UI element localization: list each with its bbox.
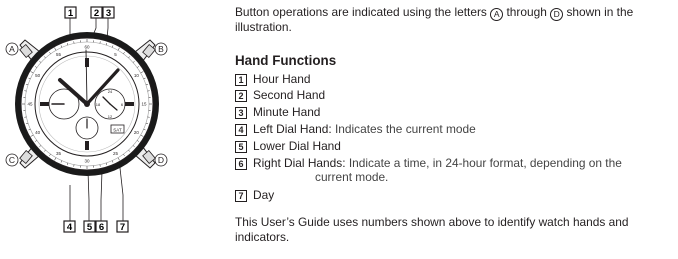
bezel-number: 45 [27, 102, 33, 107]
item-number: 2 [235, 90, 247, 102]
item-number: 5 [235, 141, 247, 153]
list-item: 3 Minute Hand [235, 106, 320, 119]
button-letter-a: A [9, 44, 15, 54]
top-callouts: 1 2 3 [64, 6, 115, 19]
item-description-continued: current mode. [315, 170, 389, 184]
bezel-number: 30 [84, 159, 90, 164]
item-label: Left Dial Hand: [253, 122, 332, 136]
item-label: Hour Hand [253, 72, 311, 86]
list-item: 2 Second Hand [235, 89, 325, 102]
item-label: Day [253, 188, 275, 202]
button-letter-b: B [158, 44, 164, 54]
bezel-number: 15 [141, 102, 147, 107]
footer-line-2: indicators. [235, 230, 290, 244]
bezel-number: 50 [35, 73, 41, 78]
callout-2: 2 [94, 8, 99, 19]
section-title: Hand Functions [235, 53, 337, 68]
list-item: 6 Right Dial Hands: Indicate a time, in 2… [235, 157, 622, 170]
list-item: 4 Left Dial Hand: Indicates the current m… [235, 123, 476, 136]
watch-illustration: 1 2 3 60 5 10 15 20 25 30 35 40 45 50 55 24 6 12 18… [5, 6, 168, 233]
day-window: SAT [113, 128, 122, 133]
callout-7: 7 [120, 222, 125, 233]
item-description: Indicate a time, in 24-hour format, depe… [348, 156, 622, 170]
intro-line-2: illustration. [235, 20, 292, 34]
item-description: Indicates the current mode [334, 122, 476, 136]
item-number: 1 [235, 74, 247, 86]
intro-text-after: shown in the [566, 5, 634, 19]
item-number: 4 [235, 124, 247, 136]
item-number: 7 [235, 190, 247, 202]
item-label: Lower Dial Hand [253, 139, 341, 153]
callout-4: 4 [67, 222, 73, 233]
button-letter-c: C [9, 155, 15, 165]
intro-through: through [506, 5, 547, 19]
subdial-mark-12: 12 [108, 114, 113, 119]
bezel-number: 25 [113, 151, 119, 156]
item-label: Minute Hand [253, 105, 321, 119]
callout-6: 6 [99, 222, 104, 233]
item-label: Right Dial Hands: [253, 156, 346, 170]
list-item: 7 Day [235, 189, 274, 202]
list-item: 5 Lower Dial Hand [235, 140, 341, 153]
subdial-mark-24: 24 [108, 89, 113, 94]
bezel-number: 20 [134, 130, 140, 135]
bezel-number: 60 [84, 45, 90, 50]
bezel-number: 10 [134, 73, 140, 78]
callout-3: 3 [106, 8, 111, 19]
bottom-callouts: 4 5 6 7 [63, 220, 129, 233]
bezel-number: 35 [56, 151, 62, 156]
subdial-mark-18: 18 [96, 102, 101, 107]
callout-5: 5 [87, 222, 93, 233]
letter-d-icon: D [550, 8, 564, 21]
footer-line-1: This User’s Guide uses numbers shown abo… [235, 215, 629, 229]
letter-a-icon: A [490, 8, 504, 21]
item-number: 3 [235, 107, 247, 119]
list-item: 1 Hour Hand [235, 73, 311, 86]
bezel-number: 55 [56, 52, 62, 57]
item-number: 6 [235, 158, 247, 170]
intro-line-1: Button operations are indicated using th… [235, 6, 633, 21]
callout-1: 1 [68, 8, 74, 19]
intro-text-before: Button operations are indicated using th… [235, 5, 487, 19]
item-label: Second Hand [253, 88, 326, 102]
button-letter-d: D [158, 155, 164, 165]
bezel-number: 40 [35, 130, 41, 135]
